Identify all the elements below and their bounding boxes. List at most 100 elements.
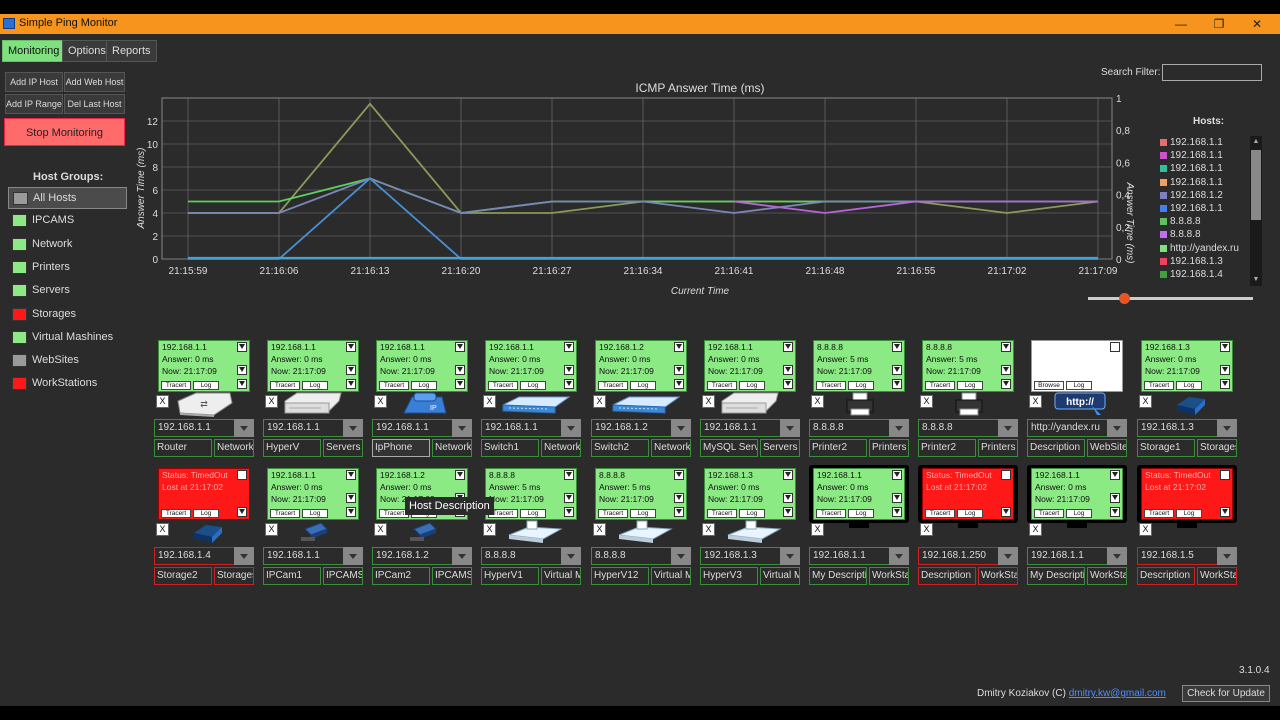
remove-host-button[interactable]: X <box>156 395 169 408</box>
host-group-field[interactable]: Storages <box>1197 439 1237 457</box>
hosts-legend-item[interactable]: 192.168.1.1 <box>1157 149 1249 162</box>
panel-checkbox[interactable] <box>892 470 902 480</box>
browse-button[interactable]: Browse <box>1034 381 1064 390</box>
chevron-down-icon[interactable] <box>998 547 1018 565</box>
remove-host-button[interactable]: X <box>1139 395 1152 408</box>
hosts-scrollbar[interactable]: ▲ ▼ <box>1250 136 1262 286</box>
chevron-down-icon[interactable] <box>1107 547 1127 565</box>
panel-checkbox[interactable] <box>564 365 574 375</box>
panel-checkbox[interactable] <box>1220 470 1230 480</box>
remove-host-button[interactable]: X <box>156 523 169 536</box>
panel-checkbox[interactable] <box>346 365 356 375</box>
hosts-legend-item[interactable]: 192.168.1.4 <box>1157 268 1249 281</box>
panel-checkbox[interactable] <box>455 379 465 389</box>
log-button[interactable]: Log <box>848 381 874 390</box>
scroll-down-icon[interactable]: ▼ <box>1250 274 1262 286</box>
hosts-legend-item[interactable]: 192.168.1.1 <box>1157 136 1249 149</box>
tracert-button[interactable]: Tracert <box>925 509 955 518</box>
chevron-down-icon[interactable] <box>1107 419 1127 437</box>
host-address-select[interactable]: 8.8.8.8 <box>591 547 691 565</box>
tracert-button[interactable]: Tracert <box>1034 509 1064 518</box>
host-status-panel[interactable]: 8.8.8.8 Answer: 5 ms Now: 21:17:09 Tracert L… <box>813 340 905 392</box>
host-status-panel[interactable]: 192.168.1.3 Answer: 0 ms Now: 21:17:09 Trac… <box>1141 340 1233 392</box>
host-group-field[interactable]: WorkStations <box>869 567 909 585</box>
log-button[interactable]: Log <box>302 381 328 390</box>
host-address-select[interactable]: 8.8.8.8 <box>918 419 1018 437</box>
panel-checkbox[interactable] <box>346 470 356 480</box>
panel-checkbox[interactable] <box>1110 493 1120 503</box>
remove-host-button[interactable]: X <box>374 395 387 408</box>
host-address-select[interactable]: 8.8.8.8 <box>809 419 909 437</box>
zoom-slider-track[interactable] <box>1088 297 1253 300</box>
host-group-field[interactable]: Network <box>432 439 472 457</box>
panel-checkbox[interactable] <box>1001 470 1011 480</box>
chevron-down-icon[interactable] <box>234 419 254 437</box>
log-button[interactable]: Log <box>520 509 546 518</box>
panel-checkbox[interactable] <box>783 507 793 517</box>
host-status-panel[interactable]: 192.168.1.1 Answer: 0 ms Now: 21:17:09 Trac… <box>376 340 468 392</box>
chevron-down-icon[interactable] <box>671 547 691 565</box>
panel-checkbox[interactable] <box>783 342 793 352</box>
host-address-select[interactable]: 192.168.1.2 <box>591 419 691 437</box>
panel-checkbox[interactable] <box>783 365 793 375</box>
chevron-down-icon[interactable] <box>561 547 581 565</box>
tracert-button[interactable]: Tracert <box>1144 509 1174 518</box>
host-status-panel[interactable]: 192.168.1.1 Answer: 0 ms Now: 21:17:09 Trac… <box>1031 468 1123 520</box>
host-description-field[interactable]: Printer2 <box>809 439 867 457</box>
remove-host-button[interactable]: X <box>702 395 715 408</box>
panel-checkbox[interactable] <box>1001 379 1011 389</box>
host-group-all-hosts[interactable]: All Hosts <box>8 187 127 209</box>
host-status-panel[interactable]: 192.168.1.1 Answer: 0 ms Now: 21:17:09 Trac… <box>158 340 250 392</box>
remove-host-button[interactable]: X <box>265 523 278 536</box>
host-status-panel[interactable]: 8.8.8.8 Answer: 5 ms Now: 21:17:09 Tracert L… <box>922 340 1014 392</box>
zoom-slider-knob[interactable] <box>1119 293 1130 304</box>
log-button[interactable]: Log <box>411 381 437 390</box>
hosts-legend-item[interactable]: 192.168.1.1 <box>1157 176 1249 189</box>
host-address-select[interactable]: 192.168.1.1 <box>1027 547 1127 565</box>
host-description-field[interactable]: HyperV3 <box>700 567 758 585</box>
log-button[interactable]: Log <box>1176 381 1202 390</box>
log-button[interactable]: Log <box>302 509 328 518</box>
host-description-field[interactable]: My Description <box>809 567 867 585</box>
host-description-field[interactable]: HyperV1 <box>481 567 539 585</box>
host-address-select[interactable]: 192.168.1.2 <box>372 547 472 565</box>
host-group-ipcams[interactable]: IPCAMS <box>8 210 127 232</box>
tab-options[interactable]: Options <box>62 40 112 62</box>
host-group-field[interactable]: Network <box>651 439 691 457</box>
panel-checkbox[interactable] <box>1001 342 1011 352</box>
minimize-button[interactable]: — <box>1166 15 1196 33</box>
host-group-field[interactable]: Network <box>541 439 581 457</box>
chevron-down-icon[interactable] <box>234 547 254 565</box>
host-group-field[interactable]: Servers <box>760 439 800 457</box>
host-group-field[interactable]: Network <box>214 439 254 457</box>
host-address-select[interactable]: 192.168.1.1 <box>372 419 472 437</box>
remove-host-button[interactable]: X <box>1139 523 1152 536</box>
panel-checkbox[interactable] <box>455 470 465 480</box>
add-ip-host-button[interactable]: Add IP Host <box>5 72 63 92</box>
panel-checkbox[interactable] <box>1110 342 1120 352</box>
host-group-network[interactable]: Network <box>8 234 127 256</box>
host-status-panel[interactable]: Status: TimedOut Lost at 21:17:02 Tracert L… <box>922 468 1014 520</box>
panel-checkbox[interactable] <box>455 365 465 375</box>
check-for-update-button[interactable]: Check for Update <box>1182 685 1270 702</box>
host-group-field[interactable]: Virtual Mashines <box>541 567 581 585</box>
tracert-button[interactable]: Tracert <box>270 381 300 390</box>
host-status-panel[interactable]: Status: TimedOut Lost at 21:17:02 Tracert L… <box>158 468 250 520</box>
tracert-button[interactable]: Tracert <box>598 381 628 390</box>
host-group-field[interactable]: Storages <box>214 567 254 585</box>
host-description-field[interactable]: HyperV <box>263 439 321 457</box>
host-status-panel[interactable]: 192.168.1.1 Answer: 0 ms Now: 21:17:09 Trac… <box>267 468 359 520</box>
host-description-field[interactable]: Switch1 <box>481 439 539 457</box>
tracert-button[interactable]: Tracert <box>707 381 737 390</box>
add-web-host-button[interactable]: Add Web Host <box>64 72 125 92</box>
host-description-field[interactable]: Printer2 <box>918 439 976 457</box>
panel-checkbox[interactable] <box>674 365 684 375</box>
host-address-select[interactable]: http://yandex.ru <box>1027 419 1127 437</box>
host-description-field[interactable]: Router <box>154 439 212 457</box>
tracert-button[interactable]: Tracert <box>707 509 737 518</box>
del-last-host-button[interactable]: Del Last Host <box>64 94 125 114</box>
author-email-link[interactable]: dmitry.kw@gmail.com <box>1069 688 1166 699</box>
hosts-legend-item[interactable]: 8.8.8.8 <box>1157 215 1249 228</box>
panel-checkbox[interactable] <box>1220 379 1230 389</box>
panel-checkbox[interactable] <box>892 507 902 517</box>
